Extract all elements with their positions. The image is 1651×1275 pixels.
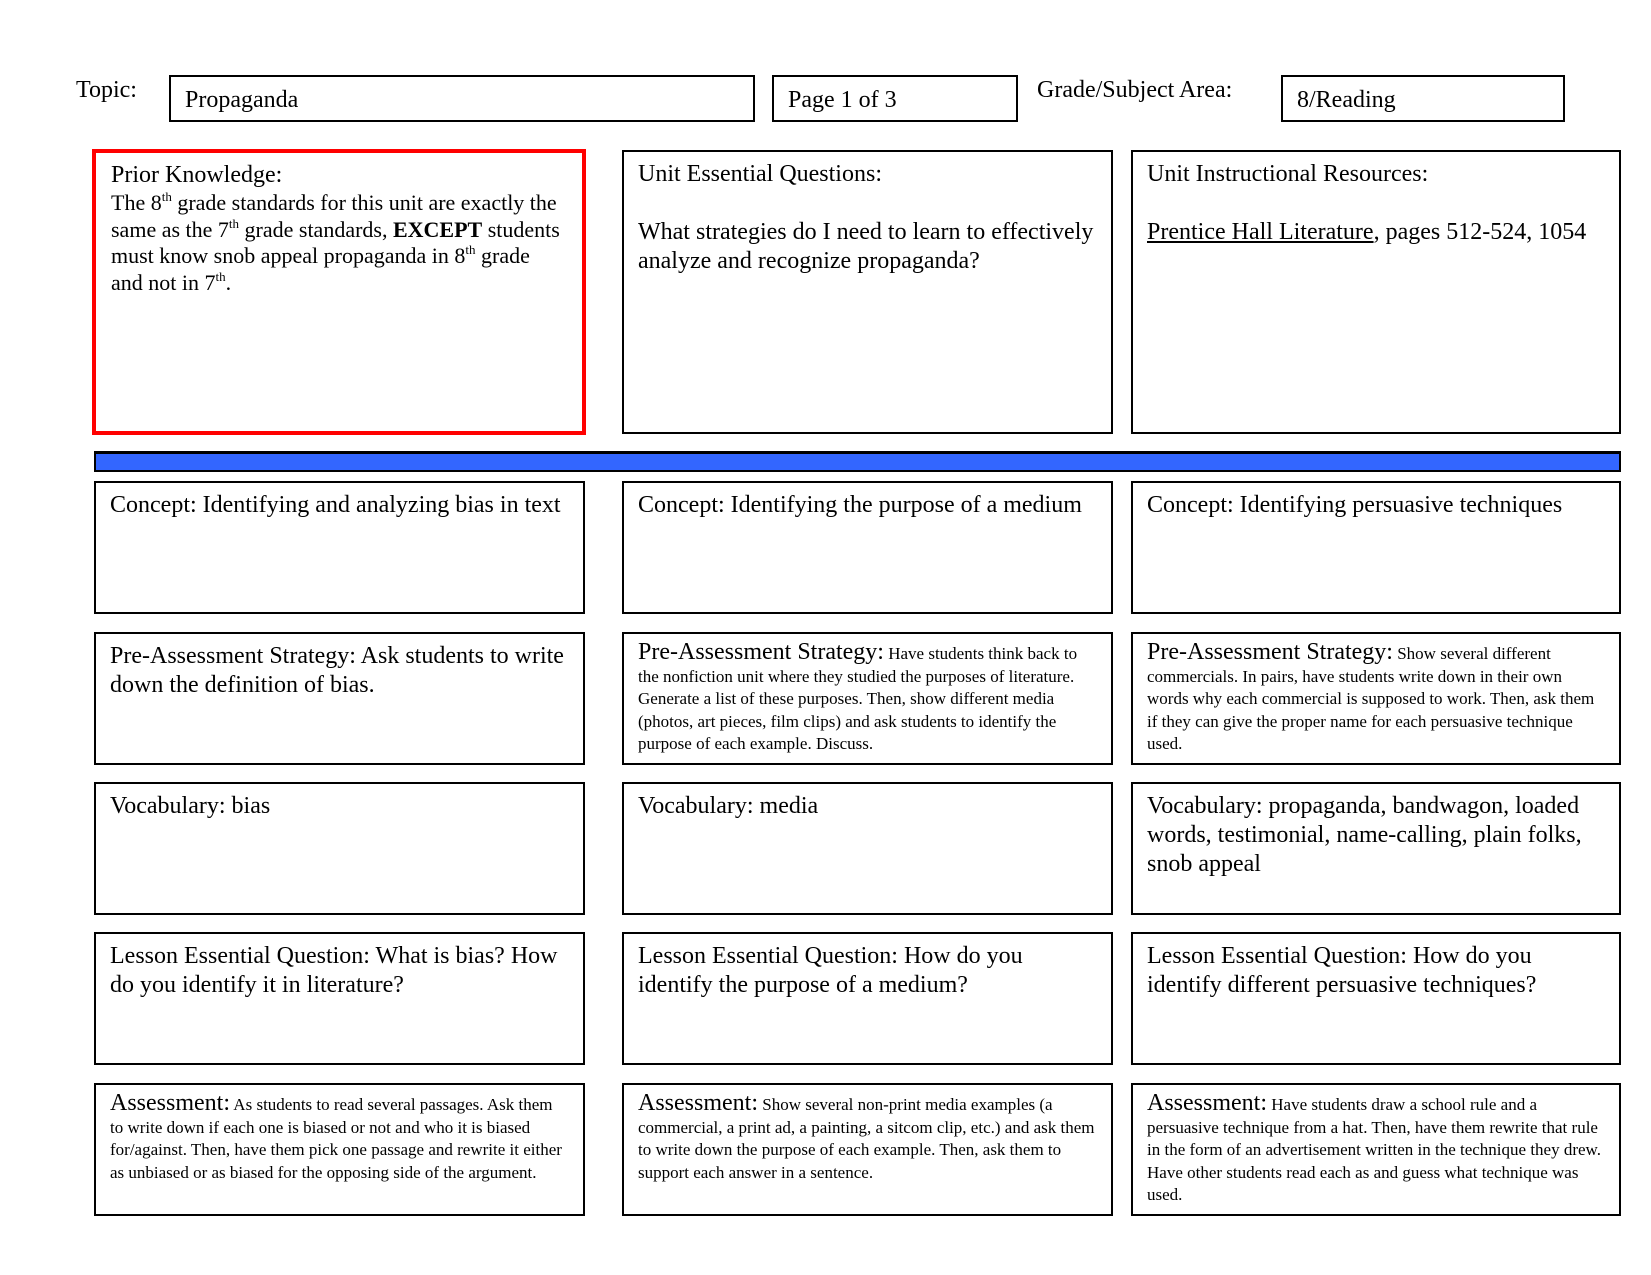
- prior-knowledge-title: Prior Knowledge:: [111, 162, 283, 188]
- superscript: th: [215, 268, 226, 284]
- assessment-box-3: Assessment: Have students draw a school …: [1131, 1083, 1621, 1216]
- topic-label: Topic:: [76, 77, 137, 103]
- text-run: grade standards,: [239, 216, 393, 242]
- superscript: th: [465, 242, 476, 257]
- concept-text: Concept: Identifying and analyzing bias …: [110, 492, 561, 518]
- vocabulary-text: Vocabulary: media: [638, 793, 819, 819]
- assessment-text: Assessment: Have students draw a school …: [1147, 1090, 1605, 1206]
- assessment-text: Assessment: As students to read several …: [110, 1090, 569, 1183]
- concept-box-2: Concept: Identifying the purpose of a me…: [622, 481, 1113, 614]
- assessment-box-1: Assessment: As students to read several …: [94, 1083, 585, 1216]
- unit-essential-questions-box: Unit Essential Questions: What strategie…: [622, 150, 1113, 434]
- pre-assessment-text: Pre-Assessment Strategy: Ask students to…: [110, 642, 569, 700]
- emphasis-except: EXCEPT: [392, 216, 483, 242]
- lesson-question-box-2: Lesson Essential Question: How do you id…: [622, 932, 1113, 1065]
- section-divider-bar: [94, 451, 1621, 472]
- pre-assessment-lead: Pre-Assessment Strategy: Ask students to…: [110, 643, 564, 698]
- pre-assessment-text: Pre-Assessment Strategy: Show several di…: [1147, 639, 1605, 755]
- topic-field[interactable]: Propaganda: [169, 75, 755, 122]
- resource-book-title: Prentice Hall Literature: [1147, 219, 1374, 245]
- concept-box-3: Concept: Identifying persuasive techniqu…: [1131, 481, 1621, 614]
- lesson-question-text: Lesson Essential Question: How do you id…: [1147, 943, 1537, 998]
- concept-text: Concept: Identifying the purpose of a me…: [638, 492, 1082, 518]
- text-run: The 8: [111, 190, 162, 215]
- pre-assessment-box-2: Pre-Assessment Strategy: Have students t…: [622, 632, 1113, 765]
- vocabulary-box-2: Vocabulary: media: [622, 782, 1113, 915]
- assessment-lead: Assessment:: [638, 1090, 758, 1116]
- assessment-text: Assessment: Show several non-print media…: [638, 1090, 1097, 1183]
- unit-instructional-resources-box: Unit Instructional Resources: Prentice H…: [1131, 150, 1621, 434]
- pre-assessment-lead: Pre-Assessment Strategy:: [1147, 639, 1393, 665]
- pre-assessment-box-1: Pre-Assessment Strategy: Ask students to…: [94, 632, 585, 765]
- unit-resources-title: Unit Instructional Resources:: [1147, 161, 1429, 187]
- lesson-question-box-1: Lesson Essential Question: What is bias?…: [94, 932, 585, 1065]
- concept-text: Concept: Identifying persuasive techniqu…: [1147, 492, 1563, 518]
- pre-assessment-text: Pre-Assessment Strategy: Have students t…: [638, 639, 1097, 755]
- pre-assessment-lead: Pre-Assessment Strategy:: [638, 639, 884, 665]
- vocabulary-text: Vocabulary: propaganda, bandwagon, loade…: [1147, 793, 1582, 877]
- resource-pages: , pages 512-524, 1054: [1373, 219, 1587, 245]
- assessment-box-2: Assessment: Show several non-print media…: [622, 1083, 1113, 1216]
- lesson-question-text: Lesson Essential Question: What is bias?…: [110, 943, 558, 998]
- lesson-question-text: Lesson Essential Question: How do you id…: [638, 943, 1023, 998]
- unit-resources-body: Prentice Hall Literature, pages 512-524,…: [1147, 218, 1605, 247]
- lesson-question-box-3: Lesson Essential Question: How do you id…: [1131, 932, 1621, 1065]
- assessment-lead: Assessment:: [110, 1090, 230, 1116]
- prior-knowledge-text: The 8th grade standards for this unit ar…: [111, 190, 567, 296]
- concept-box-1: Concept: Identifying and analyzing bias …: [94, 481, 585, 614]
- superscript: th: [161, 189, 172, 204]
- prior-knowledge-box: Prior Knowledge: The 8th grade standards…: [92, 149, 586, 435]
- grade-subject-field[interactable]: 8/Reading: [1281, 75, 1565, 122]
- pre-assessment-box-3: Pre-Assessment Strategy: Show several di…: [1131, 632, 1621, 765]
- page-indicator: Page 1 of 3: [772, 75, 1018, 122]
- unit-questions-title: Unit Essential Questions:: [638, 161, 882, 187]
- unit-questions-body: What strategies do I need to learn to ef…: [638, 219, 1094, 274]
- vocabulary-text: Vocabulary: bias: [110, 793, 271, 819]
- vocabulary-box-1: Vocabulary: bias: [94, 782, 585, 915]
- assessment-lead: Assessment:: [1147, 1090, 1267, 1116]
- grade-subject-label: Grade/Subject Area:: [1037, 77, 1233, 103]
- text-run: .: [225, 269, 232, 295]
- vocabulary-box-3: Vocabulary: propaganda, bandwagon, loade…: [1131, 782, 1621, 915]
- superscript: th: [228, 215, 240, 231]
